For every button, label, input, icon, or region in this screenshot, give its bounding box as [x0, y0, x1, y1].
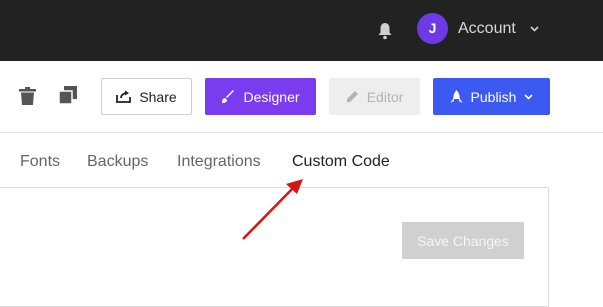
publish-button[interactable]: Publish — [433, 78, 550, 115]
tab-backups[interactable]: Backups — [87, 150, 148, 174]
designer-label: Designer — [243, 88, 300, 105]
chevron-down-icon[interactable] — [530, 26, 539, 32]
share-icon — [116, 90, 132, 103]
pencil-icon — [346, 91, 358, 102]
account-menu-label[interactable]: Account — [458, 19, 516, 39]
avatar[interactable]: J — [417, 13, 448, 44]
brush-icon — [222, 89, 235, 103]
save-changes-button[interactable]: Save Changes — [402, 222, 524, 259]
share-label: Share — [139, 88, 177, 105]
trash-icon[interactable] — [19, 87, 36, 105]
designer-button[interactable]: Designer — [205, 78, 316, 115]
editor-button[interactable]: Editor — [329, 78, 420, 115]
editor-label: Editor — [366, 88, 404, 105]
chevron-down-icon[interactable] — [524, 93, 534, 100]
duplicate-icon[interactable] — [59, 86, 77, 104]
rocket-icon — [450, 89, 463, 103]
tab-custom-code[interactable]: Custom Code — [292, 150, 390, 174]
publish-label: Publish — [470, 88, 517, 105]
tab-integrations[interactable]: Integrations — [177, 150, 261, 174]
tab-fonts[interactable]: Fonts — [20, 150, 60, 174]
bell-icon[interactable] — [377, 22, 393, 40]
share-button[interactable]: Share — [101, 78, 192, 115]
